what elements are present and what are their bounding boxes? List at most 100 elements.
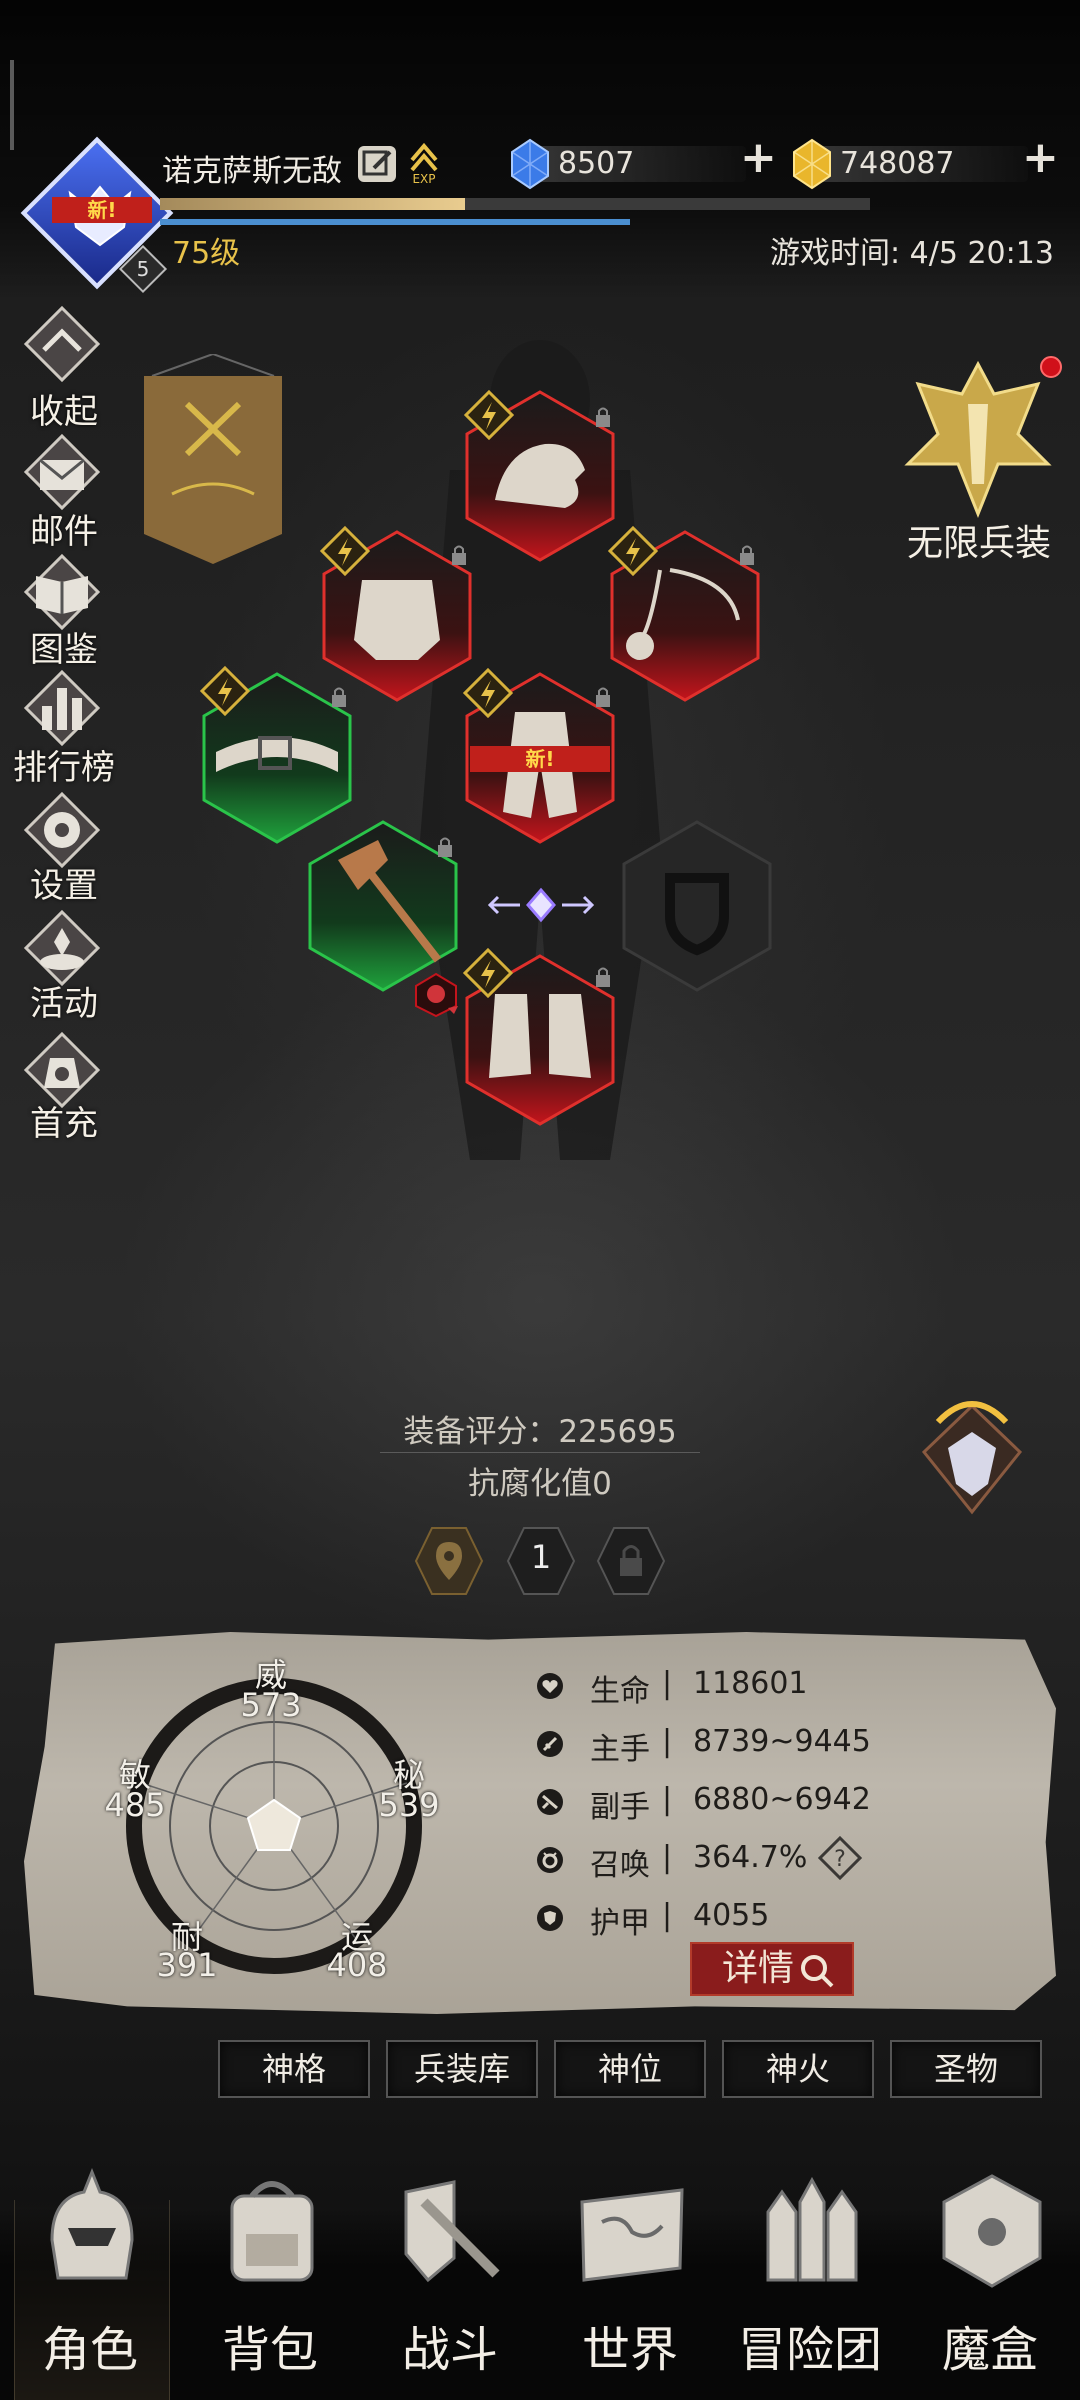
stat-armor-name: 护甲 [590,1906,650,1941]
lock-icon [332,687,346,707]
lock-icon [596,687,610,707]
lock-icon [596,407,610,427]
stat-main-hand-name: 主手 [590,1732,650,1767]
stat-hp-row: 生命 | 118601 [536,1664,956,1709]
guild-banner[interactable] [142,354,284,566]
svg-text:EXP: EXP [412,172,435,186]
offhand-icon [537,1789,563,1815]
nav-magic-box[interactable]: 魔盒 [900,2310,1080,2380]
tab-divinity[interactable]: 神格 [218,2040,370,2098]
stat-summon-row: 召唤 | 364.7% [536,1838,956,1883]
stat-main-hand-value: 8739~9445 [693,1724,871,1759]
magic-box-cube-icon[interactable] [922,2162,1062,2302]
lock-icon [740,545,754,565]
tab-relics[interactable]: 圣物 [890,2040,1042,2098]
tab-divine-fire[interactable]: 神火 [722,2040,874,2098]
first-recharge-label[interactable]: 首充 [12,1096,116,1145]
diamond-amount: 8507 [558,146,635,181]
codex-label[interactable]: 图鉴 [12,622,116,671]
attr-min-value: 485 [104,1786,166,1824]
stat-separator: | [662,1666,673,1701]
character-helmet-icon[interactable] [22,2162,162,2302]
stat-hp-value: 118601 [693,1666,808,1701]
lock-icon [452,545,466,565]
exp-icon[interactable]: EXP [404,140,444,186]
infinite-gear-label[interactable]: 无限兵装 [890,514,1068,566]
armor-icon [537,1905,563,1931]
mail-label[interactable]: 邮件 [12,504,116,553]
attr-mi-value: 539 [378,1786,440,1824]
magnifier-icon [801,1955,834,1988]
exp-bar-fill [160,198,466,210]
stat-separator: | [662,1840,673,1875]
settings-label[interactable]: 设置 [12,858,116,907]
nav-character[interactable]: 角色 [0,2310,180,2380]
nav-backpack[interactable]: 背包 [180,2310,360,2380]
location-pin-button[interactable] [414,1526,484,1596]
gold-amount: 748087 [840,146,955,181]
rank-emblem-icon[interactable] [908,1392,1036,1522]
stat-armor-value: 4055 [693,1898,770,1933]
edit-name-icon[interactable] [358,146,396,182]
diamond-icon [511,138,549,190]
events-label[interactable]: 活动 [12,976,116,1025]
stat-separator: | [662,1782,673,1817]
loadout-slot-number[interactable]: 1 [506,1538,576,1576]
lock-icon [438,837,452,857]
svg-text:?: ? [834,1847,846,1872]
game-time: 游戏时间: 4/5 20:13 [770,236,1054,271]
battle-shield-sword-icon[interactable] [380,2162,520,2302]
upgrade-bolt-icon [320,526,370,576]
attr-nai-value: 391 [156,1946,218,1984]
collapse-icon[interactable] [22,304,102,384]
help-icon[interactable]: ? [818,1836,862,1880]
stat-off-hand-value: 6880~6942 [693,1782,871,1817]
player-name: 诺克萨斯无敌 [162,154,342,189]
gold-gem-icon [793,138,831,190]
skull-debuff-icon[interactable] [414,972,458,1018]
collapse-label[interactable]: 收起 [12,384,116,433]
add-gold-button[interactable]: + [1022,132,1059,183]
upgrade-bolt-icon [464,390,514,440]
lock-icon [596,967,610,987]
stat-summon-value: 364.7% [693,1840,808,1875]
equipment-score: 装备评分：225695 [403,1414,677,1450]
stat-armor-row: 护甲 | 4055 [536,1896,956,1941]
swap-weapons-icon[interactable] [484,880,598,930]
backpack-icon[interactable] [202,2162,342,2302]
secondary-progress-bar [160,219,630,225]
tab-armory[interactable]: 兵装库 [386,2040,538,2098]
leaderboard-label[interactable]: 排行榜 [12,740,116,789]
upgrade-bolt-icon [463,948,513,998]
upgrade-bolt-icon [200,666,250,716]
nav-adventure-guild[interactable]: 冒险团 [720,2310,900,2380]
player-level: 75级 [172,236,241,271]
world-map-icon[interactable] [562,2162,702,2302]
nav-battle[interactable]: 战斗 [360,2310,540,2380]
upgrade-bolt-icon [463,668,513,718]
locked-slot-button[interactable] [596,1526,666,1596]
rank-number: 5 [136,257,150,281]
infinite-gear-icon[interactable] [898,354,1058,524]
adventure-guild-castle-icon[interactable] [742,2162,882,2302]
stat-main-hand-row: 主手 | 8739~9445 [536,1722,956,1767]
nav-world[interactable]: 世界 [540,2310,720,2380]
stat-hp-name: 生命 [590,1674,650,1709]
tab-god-rank[interactable]: 神位 [554,2040,706,2098]
attr-wei-value: 573 [240,1686,302,1724]
avatar-new-badge: 新! [52,197,152,223]
add-diamond-button[interactable]: + [740,132,777,183]
stat-off-hand-name: 副手 [590,1790,650,1825]
mail-icon[interactable] [22,432,102,512]
sword-icon [537,1731,563,1757]
summon-icon [537,1847,563,1873]
codex-book-icon[interactable] [22,552,102,632]
stat-summon-name: 召唤 [590,1848,650,1883]
corruption-resistance: 抗腐化值0 [468,1466,612,1502]
leaderboard-icon[interactable] [22,668,102,748]
notification-dot [1040,356,1062,378]
character-screen: { "header": { "player_name": "诺克萨斯无敌", "… [0,0,1080,2400]
offhand-slot-empty[interactable] [622,820,772,992]
heart-icon [537,1673,563,1699]
stat-off-hand-row: 副手 | 6880~6942 [536,1780,956,1825]
